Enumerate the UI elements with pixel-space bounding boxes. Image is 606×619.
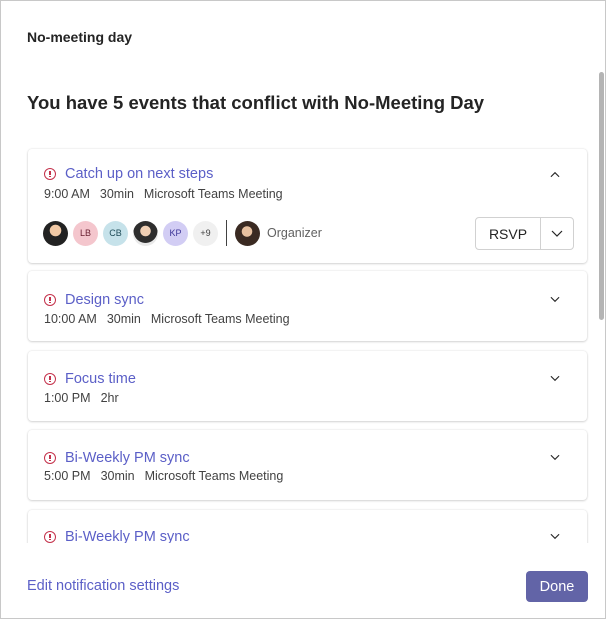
event-title[interactable]: Bi-Weekly PM sync (65, 529, 190, 543)
event-duration: 30min (99, 187, 134, 201)
alert-icon (44, 452, 56, 464)
event-location: Microsoft Teams Meeting (143, 187, 283, 201)
event-time: 10:00 AM (44, 312, 97, 326)
event-title[interactable]: Catch up on next steps (65, 166, 213, 182)
chevron-down-icon[interactable] (550, 294, 560, 304)
event-title[interactable]: Bi-Weekly PM sync (65, 450, 190, 466)
rsvp-dropdown-button[interactable] (541, 218, 573, 249)
event-title[interactable]: Design sync (65, 292, 144, 308)
event-card[interactable]: Design sync 10:00 AM 30min Microsoft Tea… (28, 271, 587, 341)
divider (226, 220, 227, 246)
event-card[interactable]: Bi-Weekly PM sync (28, 510, 587, 543)
scrollbar-thumb[interactable] (599, 72, 604, 320)
conflict-list-scroll-area[interactable]: You have 5 events that conflict with No-… (1, 65, 605, 543)
rsvp-split-button: RSVP (475, 217, 574, 250)
event-card[interactable]: Catch up on next steps 9:00 AM 30min Mic… (28, 149, 587, 263)
event-duration: 30min (106, 312, 141, 326)
attendee-list: LB CB KP +9 Organizer (43, 220, 322, 246)
avatar[interactable]: CB (103, 220, 128, 246)
alert-icon (44, 294, 56, 306)
event-location: Microsoft Teams Meeting (150, 312, 290, 326)
event-card[interactable]: Focus time 1:00 PM 2hr (28, 351, 587, 421)
chevron-down-icon[interactable] (550, 373, 560, 383)
dialog-title: No-meeting day (27, 29, 133, 45)
more-attendees-badge[interactable]: +9 (193, 220, 218, 246)
event-location: Microsoft Teams Meeting (144, 469, 284, 483)
event-duration: 2hr (100, 391, 119, 405)
done-button[interactable]: Done (526, 571, 588, 602)
chevron-down-icon (551, 230, 563, 237)
no-meeting-day-dialog: No-meeting day You have 5 events that co… (0, 0, 606, 619)
event-title[interactable]: Focus time (65, 371, 136, 387)
event-duration: 30min (100, 469, 135, 483)
event-card[interactable]: Bi-Weekly PM sync 5:00 PM 30min Microsof… (28, 430, 587, 500)
avatar[interactable]: LB (73, 220, 98, 246)
event-time: 1:00 PM (44, 391, 91, 405)
organizer-label: Organizer (267, 226, 322, 240)
rsvp-button[interactable]: RSVP (476, 218, 540, 249)
chevron-down-icon[interactable] (550, 531, 560, 541)
avatar[interactable] (43, 220, 68, 246)
chevron-up-icon[interactable] (550, 169, 560, 179)
chevron-down-icon[interactable] (550, 452, 560, 462)
avatar[interactable]: KP (163, 220, 188, 246)
edit-notification-settings-link[interactable]: Edit notification settings (27, 578, 179, 594)
conflict-heading: You have 5 events that conflict with No-… (27, 92, 485, 113)
avatar[interactable] (133, 220, 158, 246)
event-time: 9:00 AM (44, 187, 90, 201)
organizer-avatar[interactable] (235, 220, 260, 246)
alert-icon (44, 373, 56, 385)
alert-icon (44, 531, 56, 543)
event-time: 5:00 PM (44, 469, 91, 483)
alert-icon (44, 168, 56, 180)
